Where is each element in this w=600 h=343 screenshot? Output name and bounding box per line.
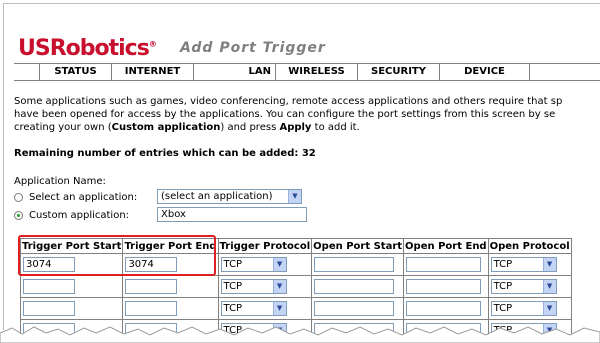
custom-application-input[interactable]: Xbox (157, 207, 307, 222)
intro-section: Some applications such as games, video c… (14, 95, 600, 160)
brand-logo: USRobotics® (18, 36, 157, 61)
chevron-down-icon: ▼ (272, 258, 286, 271)
remaining-entries: Remaining number of entries which can be… (14, 148, 316, 159)
open-port-start-input[interactable] (314, 279, 395, 294)
open-port-start-input[interactable] (314, 257, 395, 272)
select-application-radio[interactable] (14, 193, 23, 202)
intro-text: Some applications such as games, video c… (14, 95, 600, 134)
table-row: 3074 3074 TCP ▼ TCP ▼ (19, 253, 572, 276)
open-port-end-input[interactable] (406, 257, 482, 272)
nav-item-wireless[interactable]: WIRELESS (275, 64, 357, 80)
trigger-protocol-select[interactable]: TCP ▼ (220, 301, 287, 316)
intro-line-3: creating your own (Custom application) a… (14, 121, 600, 134)
intro-line-2: have been opened for access by the appli… (14, 109, 556, 120)
custom-application-row: Custom application: (14, 210, 129, 221)
application-select[interactable]: (select an application) ▼ (157, 189, 302, 204)
trigger-port-start-input[interactable] (23, 301, 75, 316)
nav-item-security[interactable]: SECURITY (357, 64, 439, 80)
open-protocol-value: TCP (493, 281, 513, 292)
open-protocol-value: TCP (493, 259, 513, 270)
open-port-start-input[interactable] (314, 301, 395, 316)
header-open-port-start: Open Port Start (311, 238, 405, 254)
header-open-port-end: Open Port End (403, 238, 489, 254)
chevron-down-icon: ▼ (288, 190, 301, 203)
intro-text-part: ) and press (220, 122, 280, 133)
trigger-port-start-input[interactable]: 3074 (23, 257, 75, 272)
application-select-value: (select an application) (161, 191, 273, 202)
nav-item-device[interactable]: DEVICE (439, 64, 529, 80)
chevron-down-icon: ▼ (272, 302, 286, 315)
header-open-protocol: Open Protocol (487, 238, 572, 254)
intro-apply-term: Apply (279, 122, 312, 133)
intro-custom-app-term: Custom application (111, 122, 221, 133)
intro-line-1: Some applications such as games, video c… (14, 96, 563, 107)
chevron-down-icon: ▼ (542, 280, 556, 293)
custom-application-label: Custom application: (29, 210, 130, 221)
table-row: TCP ▼ TCP ▼ (19, 275, 572, 298)
select-application-row: Select an application: (14, 192, 137, 203)
nav-item-overflow (529, 64, 559, 80)
intro-text-part: creating your own ( (14, 122, 112, 133)
table-row: TCP ▼ TCP ▼ (19, 297, 572, 320)
trigger-port-end-input[interactable]: 3074 (125, 257, 178, 272)
custom-application-radio[interactable] (14, 211, 23, 220)
trigger-port-end-input[interactable] (125, 301, 178, 316)
select-application-label: Select an application: (29, 192, 138, 203)
open-protocol-select[interactable]: TCP ▼ (490, 279, 557, 294)
chevron-down-icon: ▼ (542, 258, 556, 271)
main-nav: STATUS INTERNET LAN WIRELESS SECURITY DE… (14, 63, 600, 81)
open-protocol-value: TCP (493, 303, 513, 314)
open-port-end-input[interactable] (406, 279, 482, 294)
trigger-protocol-value: TCP (223, 259, 243, 270)
nav-item-internet[interactable]: INTERNET (111, 64, 193, 80)
header-trigger-port-end: Trigger Port End (122, 238, 219, 254)
brand-name: USRobotics (18, 36, 150, 61)
page-title: Add Port Trigger (180, 40, 326, 56)
open-protocol-select[interactable]: TCP ▼ (490, 301, 557, 316)
header-trigger-port-start: Trigger Port Start (19, 238, 124, 254)
trigger-port-start-input[interactable] (23, 279, 75, 294)
nav-item-lan[interactable]: LAN (193, 64, 275, 80)
open-protocol-select[interactable]: TCP ▼ (490, 257, 557, 272)
open-port-end-input[interactable] (406, 301, 482, 316)
application-name-label: Application Name: (14, 176, 106, 187)
header-trigger-protocol: Trigger Protocol (217, 238, 313, 254)
torn-page-edge (0, 326, 600, 343)
registered-mark: ® (148, 39, 157, 49)
chevron-down-icon: ▼ (542, 302, 556, 315)
trigger-protocol-select[interactable]: TCP ▼ (220, 257, 287, 272)
trigger-protocol-value: TCP (223, 281, 243, 292)
trigger-protocol-value: TCP (223, 303, 243, 314)
intro-text-part: to add it. (311, 122, 360, 133)
trigger-port-end-input[interactable] (125, 279, 178, 294)
table-header-row: Trigger Port Start Trigger Port End Trig… (19, 238, 572, 254)
trigger-protocol-select[interactable]: TCP ▼ (220, 279, 287, 294)
chevron-down-icon: ▼ (272, 280, 286, 293)
nav-item-status[interactable]: STATUS (39, 64, 111, 80)
